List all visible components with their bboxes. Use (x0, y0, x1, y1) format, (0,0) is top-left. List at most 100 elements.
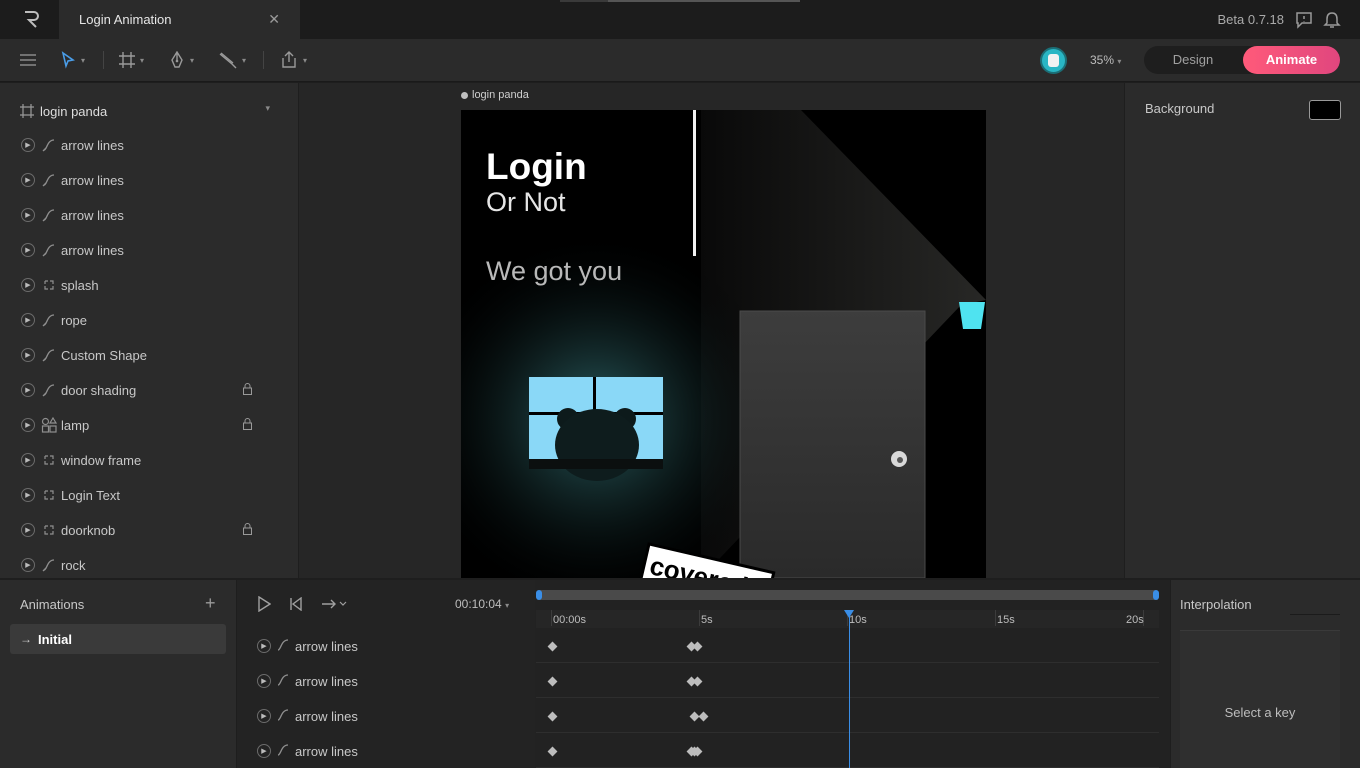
play-icon[interactable] (257, 596, 271, 612)
keyframe[interactable] (547, 711, 558, 722)
expand-icon[interactable]: ▶ (21, 208, 35, 222)
feedback-icon[interactable] (1294, 10, 1314, 30)
timeline-layer-row[interactable]: ▶ arrow lines (257, 671, 527, 691)
artboard-name: login panda (40, 103, 108, 119)
artboard-login-panda[interactable]: covered !! Login Or Not We got you (461, 110, 986, 578)
keyframe[interactable] (692, 641, 703, 652)
animations-panel: Animations + → Initial (0, 580, 236, 768)
design-mode-button[interactable]: Design (1144, 46, 1242, 74)
keyframe-track[interactable] (536, 734, 1159, 768)
layer-item[interactable]: ▶ window frame (20, 449, 270, 471)
loop-mode-icon[interactable] (321, 597, 349, 611)
scroll-handle-start[interactable] (536, 590, 542, 600)
timeline-scrollbar[interactable] (536, 590, 1159, 600)
tab-title: Login Animation (79, 12, 172, 27)
document-tab[interactable]: Login Animation ✕ (59, 0, 300, 39)
layer-item[interactable]: ▶ lamp (20, 414, 270, 436)
layer-item[interactable]: ▶ Login Text (20, 484, 270, 506)
layer-item[interactable]: ▶ Custom Shape (20, 344, 270, 366)
artboard-tool[interactable]: ▾ (118, 49, 144, 71)
rive-logo-icon[interactable] (22, 9, 42, 29)
close-tab-icon[interactable]: ✕ (268, 11, 280, 28)
menu-button[interactable] (18, 49, 38, 71)
playhead-handle[interactable] (844, 610, 855, 618)
select-tool[interactable]: ▾ (59, 49, 85, 71)
add-animation-button[interactable]: + (205, 594, 216, 612)
expand-icon[interactable]: ▶ (257, 639, 271, 653)
layer-item[interactable]: ▶ rock (20, 554, 270, 576)
layer-name: window frame (61, 452, 142, 468)
expand-icon[interactable]: ▶ (21, 453, 35, 467)
keyframe-track[interactable] (536, 664, 1159, 698)
interpolation-panel: Interpolation Select a key (1171, 580, 1360, 768)
share-icon (282, 51, 296, 68)
layer-item[interactable]: ▶ door shading (20, 379, 270, 401)
skip-back-icon[interactable] (289, 597, 303, 611)
login-subtitle[interactable]: Or Not (486, 187, 566, 218)
layer-item[interactable]: ▶ arrow lines (20, 239, 270, 261)
expand-icon[interactable]: ▶ (21, 173, 35, 187)
layer-item[interactable]: ▶ rope (20, 309, 270, 331)
animate-mode-button[interactable]: Animate (1243, 46, 1340, 74)
keyframe-track[interactable] (536, 699, 1159, 733)
timeline-layer-row[interactable]: ▶ arrow lines (257, 706, 527, 726)
chevron-down-icon[interactable]: ▾ (265, 103, 270, 114)
shape-tool[interactable]: ▾ (218, 49, 246, 71)
zoom-select[interactable]: 35% ▾ (1090, 53, 1121, 67)
timeline-tracks[interactable]: 00:00s 5s 10s 15s 20s (536, 580, 1160, 768)
animation-item-initial[interactable]: → Initial (10, 624, 226, 654)
notifications-icon[interactable] (1322, 10, 1342, 30)
expand-icon[interactable]: ▶ (21, 418, 35, 432)
scroll-handle-end[interactable] (1153, 590, 1159, 600)
keyframe[interactable] (692, 676, 703, 687)
ruler-tick (551, 610, 552, 626)
path-icon (41, 382, 57, 398)
background-color-swatch[interactable] (1309, 100, 1341, 120)
lock-icon[interactable] (243, 523, 252, 535)
timeline-panel: 00:10:04 ▾ ▶ arrow lines ▶ arrow lines ▶ arro… (237, 580, 1170, 768)
expand-icon[interactable]: ▶ (21, 558, 35, 572)
timeline-layer-row[interactable]: ▶ arrow lines (257, 636, 527, 656)
layer-item[interactable]: ▶ splash (20, 274, 270, 296)
hamburger-icon (20, 54, 36, 66)
expand-icon[interactable]: ▶ (257, 744, 271, 758)
keyframe[interactable] (698, 711, 709, 722)
expand-icon[interactable]: ▶ (21, 138, 35, 152)
lamp (959, 302, 985, 329)
login-title[interactable]: Login (486, 146, 587, 188)
expand-icon[interactable]: ▶ (21, 278, 35, 292)
keyframe-track[interactable] (536, 629, 1159, 663)
layer-item[interactable]: ▶ arrow lines (20, 169, 270, 191)
canvas[interactable]: login panda Login Or Not We got you (299, 83, 1124, 578)
expand-icon[interactable]: ▶ (21, 348, 35, 362)
playhead[interactable] (849, 610, 851, 768)
layer-item[interactable]: ▶ arrow lines (20, 204, 270, 226)
lock-icon[interactable] (243, 383, 252, 395)
expand-icon[interactable]: ▶ (257, 709, 271, 723)
pen-tool[interactable]: ▾ (168, 49, 194, 71)
artboard-label[interactable]: login panda (461, 89, 529, 101)
keyframe[interactable] (547, 676, 558, 687)
current-time-field[interactable]: 00:10:04 ▾ (455, 597, 509, 611)
user-avatar[interactable] (1040, 47, 1067, 74)
export-tool[interactable]: ▾ (279, 49, 307, 71)
timeline-layer-row[interactable]: ▶ arrow lines (257, 741, 527, 761)
artboard-item[interactable]: login panda ▾ (20, 103, 280, 119)
timeline-layer-name: arrow lines (295, 708, 358, 724)
expand-icon[interactable]: ▶ (257, 674, 271, 688)
expand-icon[interactable]: ▶ (21, 383, 35, 397)
layer-item[interactable]: ▶ doorknob (20, 519, 270, 541)
path-icon (41, 242, 57, 258)
expand-icon[interactable]: ▶ (21, 488, 35, 502)
keyframe[interactable] (547, 746, 558, 757)
group-icon (41, 277, 57, 293)
tagline-text[interactable]: We got you (486, 256, 622, 287)
timeline-layers: 00:10:04 ▾ ▶ arrow lines ▶ arrow lines ▶ arro… (237, 580, 535, 768)
expand-icon[interactable]: ▶ (21, 313, 35, 327)
keyframe[interactable] (547, 641, 558, 652)
lock-icon[interactable] (243, 418, 252, 430)
expand-icon[interactable]: ▶ (21, 523, 35, 537)
layer-item[interactable]: ▶ arrow lines (20, 134, 270, 156)
layer-name: arrow lines (61, 242, 124, 258)
expand-icon[interactable]: ▶ (21, 243, 35, 257)
